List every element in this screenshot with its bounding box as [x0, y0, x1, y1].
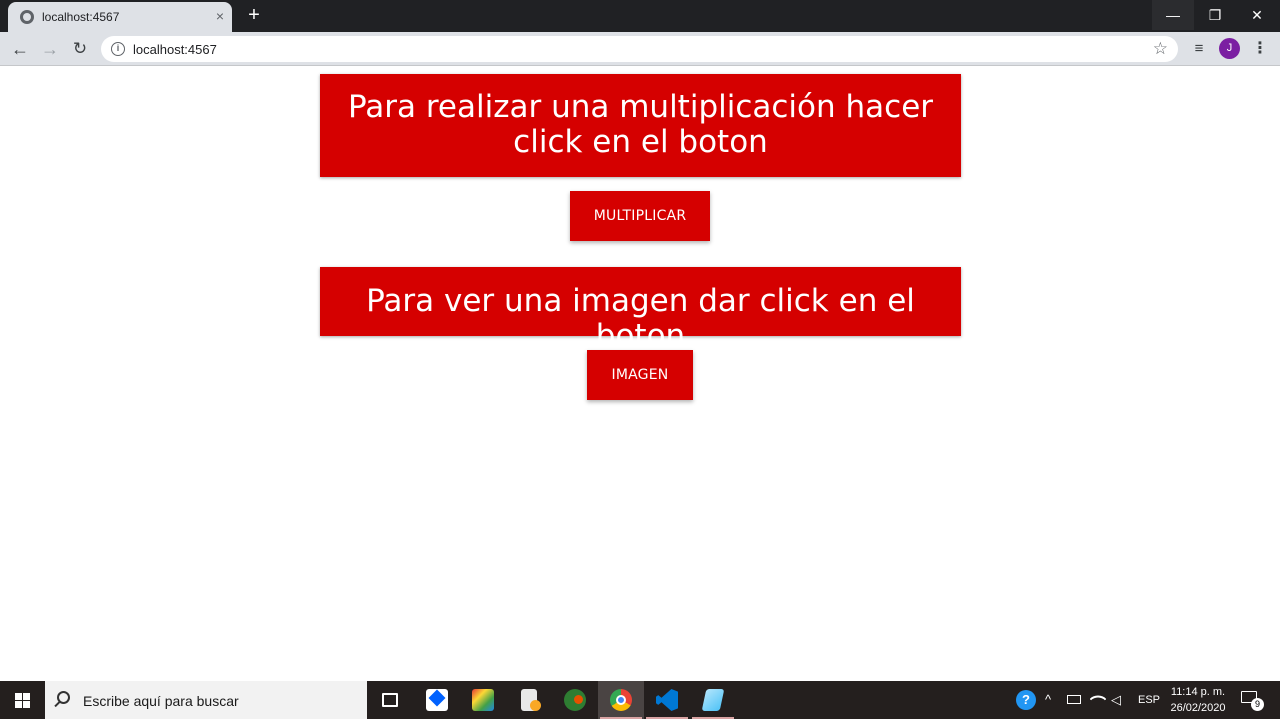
network-app-dot — [574, 695, 583, 704]
windows-logo-part — [23, 701, 30, 708]
profile-avatar[interactable]: J — [1219, 38, 1240, 59]
address-bar[interactable]: i localhost:4567 ☆ — [101, 36, 1178, 62]
help-glyph: ? — [1016, 690, 1036, 710]
notes-app-icon — [701, 689, 725, 711]
browser-tab-strip: localhost:4567 × + — ❐ ✕ — [0, 0, 1280, 32]
speaker-icon[interactable]: ◁ — [1111, 681, 1127, 719]
photo-app-icon — [472, 689, 494, 711]
notification-center-icon[interactable]: 9 — [1240, 689, 1264, 711]
browser-toolbar: ← → ↻ i localhost:4567 ☆ ≡ J ⋮ — [0, 32, 1280, 66]
file-app-badge — [530, 700, 541, 711]
clock-time: 11:14 p. m. — [1170, 686, 1226, 698]
task-view-button[interactable] — [367, 681, 413, 719]
info-icon[interactable]: i — [111, 42, 125, 56]
help-icon[interactable]: ? — [1016, 681, 1038, 719]
start-button[interactable] — [0, 681, 45, 719]
window-close-button[interactable]: ✕ — [1236, 0, 1278, 30]
search-placeholder: Escribe aquí para buscar — [83, 693, 239, 709]
photo-app[interactable] — [460, 681, 506, 719]
image-button[interactable]: IMAGEN — [587, 350, 693, 400]
task-view-icon — [382, 693, 398, 707]
taskbar-search-input[interactable]: Escribe aquí para buscar — [45, 681, 367, 719]
file-app[interactable] — [506, 681, 552, 719]
tab-title: localhost:4567 — [42, 10, 120, 24]
image-banner: Para ver una imagen dar click en el boto… — [320, 267, 961, 354]
notes-app[interactable] — [690, 681, 736, 719]
clock-date: 26/02/2020 — [1170, 702, 1226, 714]
media-controls-icon[interactable]: ≡ — [1188, 38, 1210, 60]
back-button[interactable]: ← — [8, 37, 32, 61]
browser-tab[interactable]: localhost:4567 × — [8, 2, 232, 32]
forward-button[interactable]: → — [38, 37, 62, 61]
new-tab-button[interactable]: + — [243, 4, 265, 26]
dropbox-app[interactable] — [414, 681, 460, 719]
vscode-icon — [656, 689, 678, 711]
multiply-button[interactable]: MULTIPLICAR — [570, 191, 710, 241]
language-indicator[interactable]: ESP — [1138, 681, 1160, 719]
restore-button[interactable]: ❐ — [1194, 0, 1236, 30]
tab-close-icon[interactable]: × — [216, 8, 224, 24]
bookmark-star-icon[interactable]: ☆ — [1153, 39, 1168, 59]
vscode-app[interactable] — [644, 681, 690, 719]
windows-taskbar: Escribe aquí para buscar ? ^ ◁ ESP 11:14… — [0, 681, 1280, 719]
notification-count-badge: 9 — [1251, 698, 1264, 711]
reload-button[interactable]: ↻ — [68, 37, 92, 61]
chrome-app[interactable] — [598, 681, 644, 719]
windows-logo-part — [15, 701, 22, 708]
search-icon — [57, 691, 70, 704]
windows-logo-part — [23, 693, 30, 700]
network-app[interactable] — [552, 681, 598, 719]
battery-icon[interactable] — [1067, 681, 1085, 719]
page-content: Para realizar una multiplicación hacer c… — [0, 67, 1280, 681]
browser-menu-icon[interactable]: ⋮ — [1250, 38, 1270, 60]
taskbar-clock[interactable]: 11:14 p. m. 26/02/2020 — [1166, 684, 1230, 716]
address-text[interactable]: localhost:4567 — [133, 42, 217, 57]
windows-logo-icon — [15, 693, 22, 700]
wifi-icon[interactable] — [1089, 681, 1107, 719]
minimize-button[interactable]: — — [1152, 0, 1194, 30]
chevron-up-icon[interactable]: ^ — [1045, 681, 1059, 719]
battery-glyph — [1067, 695, 1081, 704]
chrome-center — [616, 695, 626, 705]
wifi-glyph — [1089, 690, 1107, 708]
globe-icon — [20, 10, 34, 24]
multiply-banner: Para realizar una multiplicación hacer c… — [320, 74, 961, 177]
